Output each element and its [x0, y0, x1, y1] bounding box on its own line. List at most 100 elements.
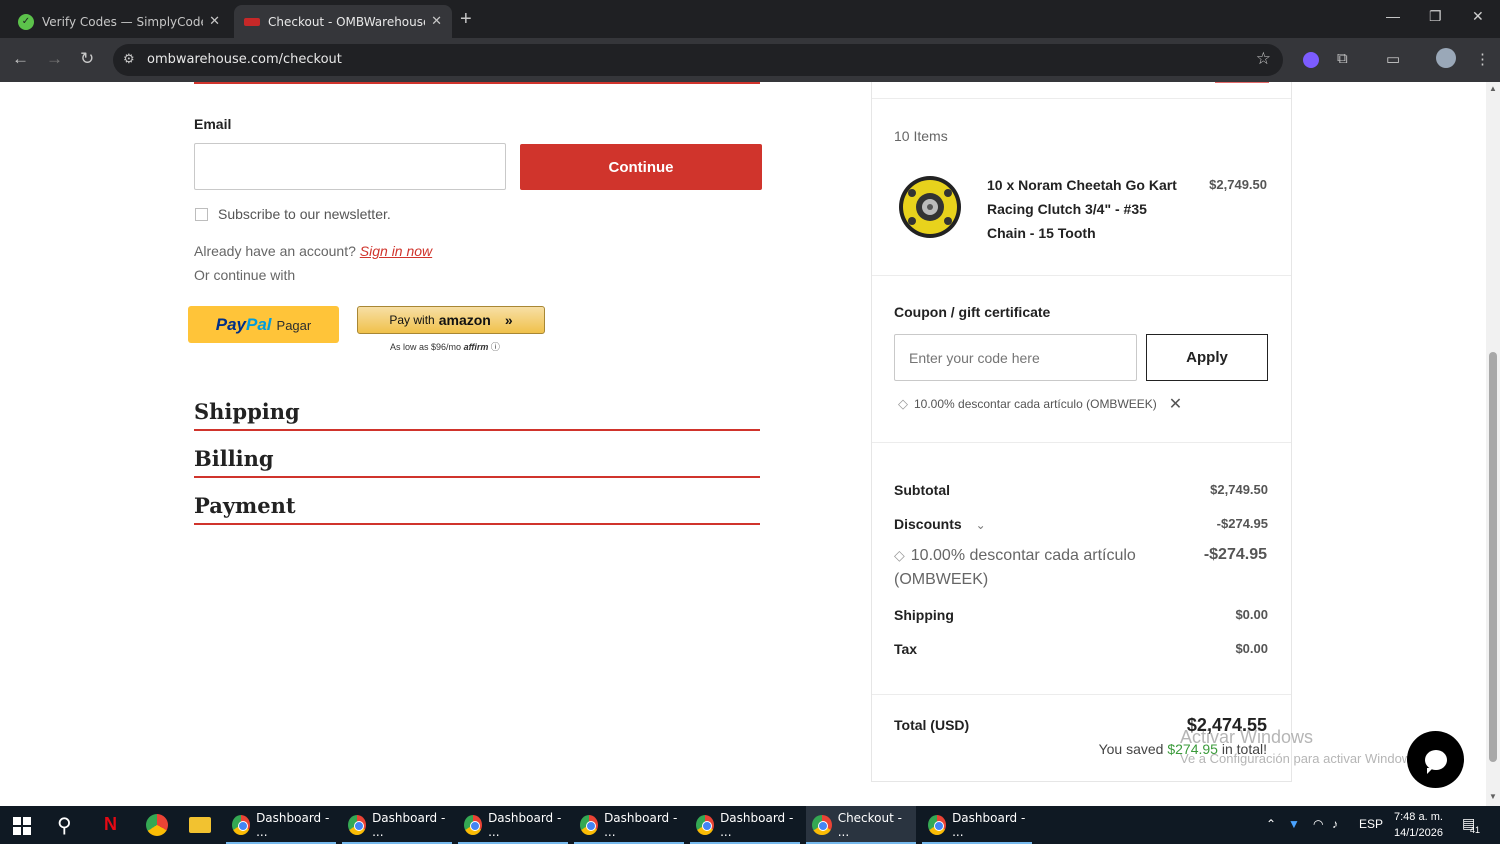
forward-icon[interactable]: → [46, 49, 63, 69]
close-tab-icon[interactable]: ✕ [209, 14, 220, 29]
windows-start-icon[interactable] [13, 817, 31, 835]
divider [872, 442, 1291, 443]
items-count: 10 Items [894, 128, 948, 144]
discount-detail-value: -$274.95 [1203, 546, 1267, 563]
chat-widget-button[interactable] [1407, 731, 1464, 788]
extensions-puzzle-icon[interactable]: ⧉ [1337, 50, 1348, 67]
affirm-text: As low as $96/mo [390, 342, 462, 352]
chrome-icon [812, 815, 832, 835]
close-window-icon[interactable]: ✕ [1472, 8, 1484, 25]
close-tab-icon[interactable]: ✕ [431, 14, 442, 29]
url-text: ombwarehouse.com/checkout [147, 52, 342, 67]
menu-kebab-icon[interactable]: ⋮ [1475, 50, 1490, 68]
extension-icon[interactable] [1303, 52, 1319, 68]
volume-icon[interactable]: ♪ [1332, 817, 1338, 831]
paypal-logo-text: Pay [215, 314, 246, 334]
omb-favicon-icon [244, 17, 260, 26]
coupon-code-input[interactable] [894, 334, 1137, 381]
search-icon[interactable]: ⚲ [57, 813, 72, 838]
browser-tab-strip: ✓ Verify Codes — SimplyCodes ✕ Checkout … [0, 0, 1500, 38]
saved-prefix: You saved [1098, 741, 1164, 757]
taskbar-window-7[interactable]: Dashboard - ... [922, 806, 1032, 844]
simplycodes-icon: ✓ [18, 13, 34, 30]
tax-value: $0.00 [1235, 641, 1268, 656]
order-summary: 10 Items 10 x Noram Cheetah Go Kart Raci… [871, 82, 1292, 782]
product-name: 10 x Noram Cheetah Go Kart Racing Clutch… [987, 177, 1177, 241]
continue-button[interactable]: Continue [520, 144, 762, 190]
amazon-pay-prefix: Pay with [389, 313, 435, 327]
shipping-section-header[interactable]: Shipping [194, 395, 760, 431]
double-chevron-icon: » [504, 312, 513, 328]
chrome-icon [232, 815, 251, 835]
chrome-icon [696, 815, 715, 835]
bookmark-star-icon[interactable]: ☆ [1256, 49, 1271, 69]
activate-windows-subtext: Ve a Configuración para activar Windows. [1180, 751, 1422, 766]
taskbar-window-3[interactable]: Dashboard - ... [458, 806, 568, 844]
vpn-shield-icon[interactable]: ▼ [1288, 817, 1300, 831]
profile-avatar[interactable] [1436, 48, 1456, 68]
newsletter-checkbox[interactable] [195, 208, 208, 221]
cast-icon[interactable]: ▭ [1386, 50, 1400, 68]
info-icon[interactable]: ⓘ [491, 342, 500, 352]
applied-coupon: ◇ 10.00% descontar cada artículo (OMBWEE… [898, 394, 1182, 414]
scroll-down-icon[interactable]: ▼ [1489, 792, 1497, 801]
billing-section-header[interactable]: Billing [194, 442, 760, 478]
taskbar-window-1[interactable]: Dashboard - ... [226, 806, 336, 844]
language-indicator[interactable]: ESP [1359, 817, 1383, 831]
taskbar-window-4[interactable]: Dashboard - ... [574, 806, 684, 844]
tab-checkout[interactable]: Checkout - OMBWarehouse.com ✕ [234, 5, 452, 38]
section-divider [194, 82, 760, 84]
discounts-row[interactable]: Discounts ⌄ -$274.95 [894, 516, 1268, 532]
tax-label: Tax [894, 641, 918, 657]
restore-icon[interactable]: ❐ [1429, 8, 1442, 25]
netflix-icon[interactable]: N [104, 814, 126, 836]
page-scrollbar[interactable]: ▲ ▼ [1486, 82, 1500, 806]
file-explorer-icon[interactable] [189, 817, 211, 833]
taskbar-window-2[interactable]: Dashboard - ... [342, 806, 452, 844]
taskbar-window-label: Dashboard - ... [372, 811, 446, 839]
remove-coupon-icon[interactable]: ✕ [1169, 394, 1182, 414]
paypal-logo-text-2: Pal [246, 314, 272, 334]
chevron-down-icon[interactable]: ⌄ [976, 518, 986, 532]
back-icon[interactable]: ← [12, 49, 29, 69]
reload-icon[interactable]: ↻ [80, 49, 94, 69]
sign-in-link[interactable]: Sign in now [360, 243, 432, 259]
email-label: Email [194, 116, 232, 132]
divider [872, 275, 1291, 276]
scrollbar-thumb[interactable] [1489, 352, 1497, 762]
wifi-icon[interactable]: ◠ [1313, 817, 1323, 831]
taskbar-clock[interactable]: 7:48 a. m. 14/1/2026 [1394, 809, 1443, 841]
checkout-page: Email Continue Subscribe to our newslett… [0, 82, 1500, 806]
section-title: Payment [194, 493, 296, 518]
payment-section-header[interactable]: Payment [194, 489, 760, 525]
shipping-row: Shipping $0.00 [894, 607, 1268, 623]
scroll-up-icon[interactable]: ▲ [1489, 84, 1497, 93]
chrome-icon[interactable] [146, 814, 168, 836]
taskbar-window-6[interactable]: Checkout - ... [806, 806, 916, 844]
taskbar-window-5[interactable]: Dashboard - ... [690, 806, 800, 844]
amazon-pay-button[interactable]: Pay with amazon » [357, 306, 545, 334]
divider [872, 98, 1291, 99]
taskbar-window-label: Dashboard - ... [256, 811, 330, 839]
discount-detail-text: 10.00% descontar cada artículo (OMBWEEK) [894, 547, 1136, 588]
windows-taskbar: ⚲ N Dashboard - ... Dashboard - ... Dash… [0, 806, 1500, 844]
applied-coupon-text: 10.00% descontar cada artículo (OMBWEEK) [914, 397, 1157, 411]
email-field[interactable] [194, 143, 506, 190]
or-continue-text: Or continue with [194, 267, 296, 283]
paypal-button[interactable]: Pay Pal Pagar [188, 306, 339, 343]
tray-chevron-up-icon[interactable]: ⌃ [1266, 817, 1276, 831]
section-title: Billing [194, 446, 274, 471]
address-bar[interactable]: ⚙ ombwarehouse.com/checkout ☆ [113, 44, 1283, 76]
clock-date: 14/1/2026 [1394, 827, 1443, 839]
shipping-value: $0.00 [1235, 607, 1268, 622]
discount-detail: ◇ 10.00% descontar cada artículo (OMBWEEK… [894, 543, 1194, 592]
apply-coupon-button[interactable]: Apply [1146, 334, 1268, 381]
site-settings-icon[interactable]: ⚙ [123, 51, 135, 67]
total-label: Total (USD) [894, 717, 970, 733]
minimize-icon[interactable]: — [1386, 8, 1400, 24]
taskbar-window-label: Dashboard - ... [604, 811, 678, 839]
new-tab-icon[interactable]: + [460, 8, 472, 30]
affirm-logo-text: affirm [463, 342, 489, 352]
tab-simplycodes[interactable]: ✓ Verify Codes — SimplyCodes ✕ [8, 5, 230, 38]
divider [872, 694, 1291, 695]
